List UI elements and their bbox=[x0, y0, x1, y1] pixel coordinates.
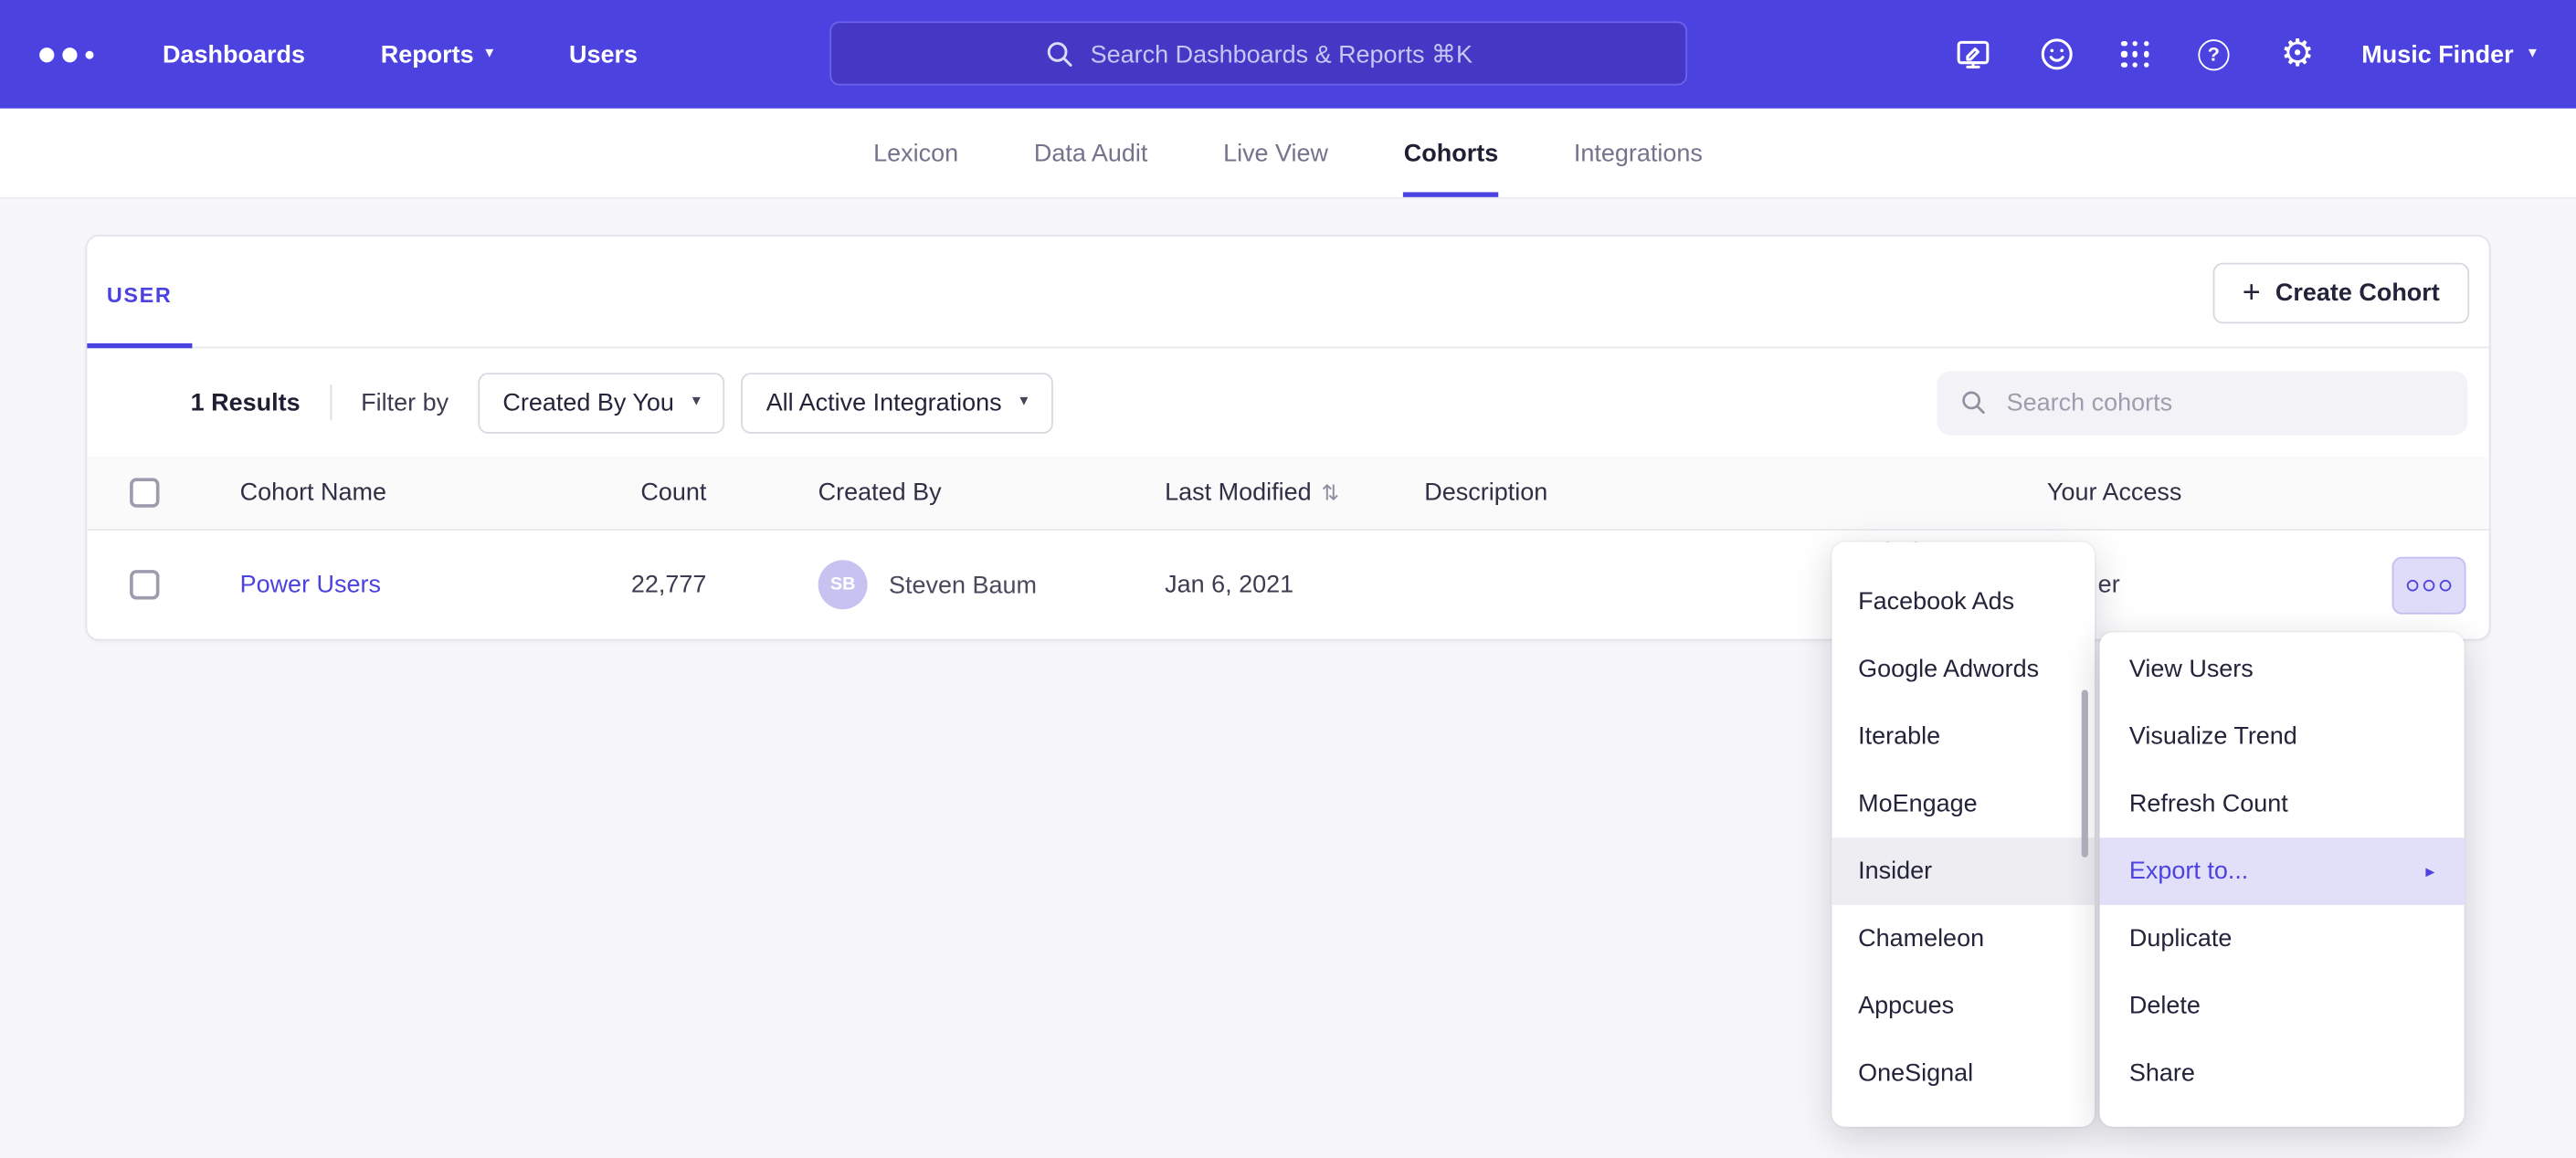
nav-reports[interactable]: Reports▾ bbox=[381, 40, 494, 68]
plus-icon: + bbox=[2243, 277, 2261, 308]
chevron-down-icon: ▾ bbox=[485, 46, 493, 62]
dot-icon bbox=[2407, 580, 2419, 592]
menu-item-refresh-count[interactable]: Refresh Count bbox=[2099, 770, 2464, 837]
card-header: USER + Create Cohort bbox=[87, 237, 2488, 348]
active-tab-underline bbox=[87, 343, 192, 348]
menu-item-insider[interactable]: Insider bbox=[1832, 837, 2095, 905]
app-root: Dashboards Reports▾ Users Search Dashboa… bbox=[0, 0, 2576, 1158]
tab-live-view[interactable]: Live View bbox=[1223, 109, 1328, 197]
menu-item-delete[interactable]: Delete bbox=[2099, 973, 2464, 1040]
select-all-checkbox[interactable] bbox=[130, 478, 159, 507]
menu-item-duplicate[interactable]: Duplicate bbox=[2099, 905, 2464, 973]
apps-grid-icon[interactable] bbox=[2122, 40, 2150, 68]
col-created-by: Created By bbox=[818, 479, 942, 507]
tab-integrations[interactable]: Integrations bbox=[1574, 109, 1703, 197]
avatar: SB bbox=[818, 560, 868, 609]
section-tabs: Lexicon Data Audit Live View Cohorts Int… bbox=[0, 109, 2576, 199]
menu-item-export-to[interactable]: Export to... ▸ bbox=[2099, 837, 2464, 905]
menu-item-visualize-trend[interactable]: Visualize Trend bbox=[2099, 703, 2464, 771]
search-icon bbox=[1960, 387, 1987, 416]
topbar: Dashboards Reports▾ Users Search Dashboa… bbox=[0, 0, 2576, 109]
filter-row: 1 Results Filter by Created By You ▾ All… bbox=[87, 348, 2488, 457]
cohort-name-link[interactable]: Power Users bbox=[240, 571, 381, 599]
annotations-icon[interactable] bbox=[1954, 35, 1993, 74]
col-description: Description bbox=[1424, 479, 1547, 507]
cohorts-card: USER + Create Cohort 1 Results Filter by… bbox=[86, 235, 2491, 640]
row-overflow-menu-button[interactable] bbox=[2392, 557, 2466, 615]
sort-icon: ⇅ bbox=[1321, 482, 1339, 507]
topbar-right: ? ⚙ Music Finder ▾ bbox=[1954, 35, 2537, 74]
export-submenu: Braze Facebook Ads Google Adwords Iterab… bbox=[1832, 542, 2095, 1127]
menu-item-chameleon[interactable]: Chameleon bbox=[1832, 905, 2095, 973]
scrollbar-thumb[interactable] bbox=[2082, 690, 2088, 857]
menu-item-share[interactable]: Share bbox=[2099, 1039, 2464, 1107]
export-submenu-list: Braze Facebook Ads Google Adwords Iterab… bbox=[1832, 542, 2095, 1127]
tab-lexicon[interactable]: Lexicon bbox=[873, 109, 958, 197]
search-icon bbox=[1044, 38, 1073, 68]
chevron-down-icon: ▾ bbox=[2528, 46, 2537, 62]
created-by-cell: SB Steven Baum bbox=[818, 560, 1037, 609]
menu-item-braze[interactable]: Braze bbox=[1832, 542, 2095, 569]
row-actions-menu: View Users Visualize Trend Refresh Count… bbox=[2099, 632, 2464, 1126]
menu-item-appcues[interactable]: Appcues bbox=[1832, 973, 2095, 1040]
divider bbox=[330, 384, 332, 421]
project-switcher[interactable]: Music Finder ▾ bbox=[2361, 40, 2537, 68]
cohort-search-box[interactable] bbox=[1937, 371, 2467, 435]
chevron-down-icon: ▾ bbox=[692, 395, 701, 411]
col-count: Count bbox=[547, 479, 706, 507]
filter-created-by-dropdown[interactable]: Created By You ▾ bbox=[478, 372, 724, 433]
settings-gear-icon[interactable]: ⚙ bbox=[2278, 35, 2317, 74]
tab-cohorts[interactable]: Cohorts bbox=[1404, 109, 1498, 197]
project-name: Music Finder bbox=[2361, 40, 2513, 68]
col-last-modified[interactable]: Last Modified⇅ bbox=[1165, 479, 1339, 507]
mixpanel-logo-icon[interactable] bbox=[39, 47, 93, 61]
menu-item-moengage[interactable]: MoEngage bbox=[1832, 770, 2095, 837]
help-icon[interactable]: ? bbox=[2194, 35, 2233, 74]
filter-by-label: Filter by bbox=[361, 388, 449, 416]
row-checkbox[interactable] bbox=[130, 570, 159, 599]
menu-item-view-users[interactable]: View Users bbox=[2099, 636, 2464, 703]
submenu-arrow-icon: ▸ bbox=[2425, 860, 2434, 881]
menu-item-facebook-ads[interactable]: Facebook Ads bbox=[1832, 568, 2095, 636]
global-search-input[interactable]: Search Dashboards & Reports ⌘K bbox=[829, 21, 1687, 85]
results-count: 1 Results bbox=[191, 388, 301, 416]
table-header: Cohort Name Count Created By Last Modifi… bbox=[87, 457, 2488, 531]
cohort-count: 22,777 bbox=[547, 571, 706, 599]
dot-icon bbox=[2423, 580, 2435, 592]
nav-dashboards[interactable]: Dashboards bbox=[163, 40, 305, 68]
menu-item-google-adwords[interactable]: Google Adwords bbox=[1832, 636, 2095, 703]
filter-integrations-dropdown[interactable]: All Active Integrations ▾ bbox=[742, 372, 1053, 433]
table-row: Power Users 22,777 SB Steven Baum Jan 6,… bbox=[87, 531, 2488, 639]
nav-users[interactable]: Users bbox=[569, 40, 638, 68]
col-your-access: Your Access bbox=[2047, 479, 2181, 507]
topbar-nav: Dashboards Reports▾ Users bbox=[163, 40, 638, 68]
last-modified-cell: Jan 6, 2021 bbox=[1165, 571, 1293, 599]
col-cohort-name: Cohort Name bbox=[240, 479, 386, 507]
chevron-down-icon: ▾ bbox=[1019, 395, 1028, 411]
menu-item-onesignal[interactable]: OneSignal bbox=[1832, 1039, 2095, 1107]
created-by-name: Steven Baum bbox=[889, 571, 1037, 599]
menu-item-iterable[interactable]: Iterable bbox=[1832, 703, 2095, 771]
smiley-icon[interactable] bbox=[2038, 35, 2077, 74]
create-cohort-button[interactable]: + Create Cohort bbox=[2212, 263, 2469, 324]
tab-data-audit[interactable]: Data Audit bbox=[1034, 109, 1147, 197]
your-access-partial-text: er bbox=[2098, 571, 2120, 599]
global-search-placeholder: Search Dashboards & Reports ⌘K bbox=[1091, 38, 1473, 68]
tab-user-cohorts[interactable]: USER bbox=[107, 282, 172, 307]
dot-icon bbox=[2440, 580, 2452, 592]
cohort-search-input[interactable] bbox=[2003, 387, 2444, 418]
